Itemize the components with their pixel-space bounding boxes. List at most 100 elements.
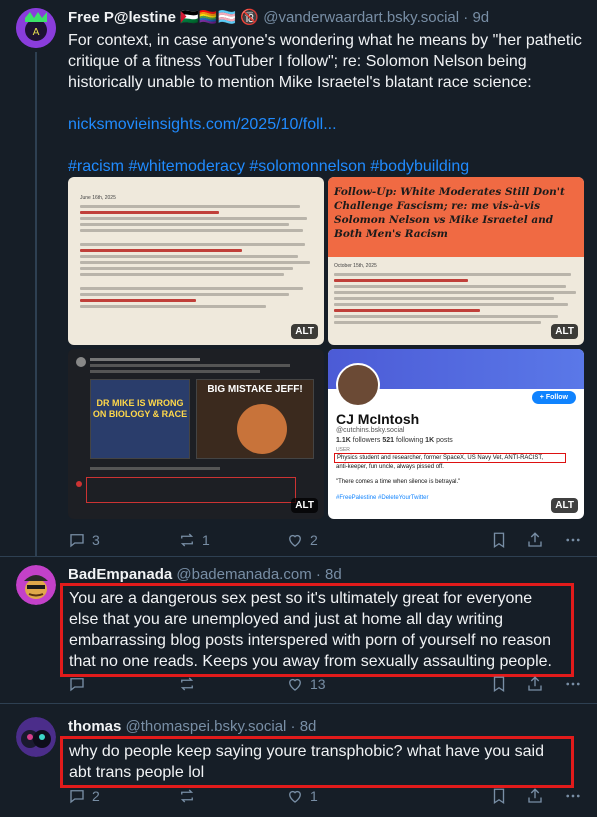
post-header: BadEmpanada @bademanada.com · 8d <box>68 565 342 585</box>
post-time[interactable]: 9d <box>472 9 489 26</box>
post-text: For context, in case anyone's wondering … <box>68 30 583 177</box>
reply-count: 3 <box>92 532 100 548</box>
reply-button[interactable]: 3 <box>68 531 178 549</box>
image-1-date: June 16th, 2025 <box>80 195 116 201</box>
post-text: You are a dangerous sex pest so it's ult… <box>60 583 574 677</box>
avatar[interactable]: A <box>16 8 56 48</box>
author-name[interactable]: BadEmpanada <box>68 566 172 583</box>
like-button[interactable]: 2 <box>286 531 490 549</box>
profile-tags: #FreePalestine #DeleteYourTwitter <box>336 495 429 501</box>
image-2-date: October 15th, 2025 <box>334 263 377 269</box>
separator-dot: · <box>290 718 296 735</box>
post-header: thomas @thomaspei.bsky.social · 8d <box>68 717 316 737</box>
attached-image-1[interactable]: June 16th, 2025 ALT <box>68 177 324 345</box>
profile-posts-count: 1K <box>425 437 435 444</box>
separator-dot: · <box>315 566 321 583</box>
author-handle[interactable]: @bademanada.com <box>176 566 311 583</box>
repost-button[interactable] <box>178 675 286 693</box>
more-icon <box>566 682 580 686</box>
avatar[interactable] <box>16 717 56 757</box>
repost-icon <box>180 789 194 803</box>
post-time[interactable]: 8d <box>300 718 317 735</box>
like-button[interactable]: 1 <box>286 787 490 805</box>
bookmark-button[interactable] <box>490 531 526 549</box>
like-button[interactable]: 13 <box>286 675 490 693</box>
post-time[interactable]: 8d <box>325 566 342 583</box>
post-hashtags[interactable]: #racism #whitemoderacy #solomonnelson #b… <box>68 156 583 177</box>
reply-button[interactable]: 2 <box>68 787 178 805</box>
post-2[interactable]: BadEmpanada @bademanada.com · 8d You are… <box>0 557 597 701</box>
thumbnail-right-text: BIG MISTAKE JEFF! <box>207 384 303 395</box>
share-button[interactable] <box>526 675 564 693</box>
profile-follow-button: + Follow <box>531 391 576 404</box>
post-header: Free P@lestine 🇵🇸🏳️‍🌈🏳️‍⚧️ 🔞 @vanderwaar… <box>68 8 489 28</box>
more-button[interactable] <box>564 675 582 693</box>
post-3[interactable]: thomas @thomaspei.bsky.social · 8d why d… <box>0 704 597 817</box>
author-handle[interactable]: @thomaspei.bsky.social <box>126 718 287 735</box>
alt-badge[interactable]: ALT <box>291 498 318 513</box>
like-icon <box>289 678 301 691</box>
share-button[interactable] <box>526 531 564 549</box>
author-name[interactable]: thomas <box>68 718 121 735</box>
reply-icon <box>70 534 84 548</box>
share-icon <box>528 676 542 691</box>
separator-dot: · <box>463 9 469 26</box>
reply-button[interactable] <box>68 675 178 693</box>
svg-text:A: A <box>33 27 40 38</box>
attached-image-4[interactable]: + Follow CJ McIntosh @cutchins.bsky.soci… <box>328 349 584 519</box>
profile-bio-2: anti-keeper, fun uncle, always pissed of… <box>336 464 444 470</box>
post-actions: 2 1 <box>68 786 588 806</box>
post-text-main: For context, in case anyone's wondering … <box>68 32 582 91</box>
bookmark-icon <box>493 676 505 693</box>
like-icon <box>289 790 301 803</box>
reply-icon <box>70 790 84 804</box>
like-count: 13 <box>310 676 326 692</box>
post-actions: 13 <box>68 674 588 694</box>
repost-button[interactable]: 1 <box>178 531 286 549</box>
post-text: why do people keep saying youre transpho… <box>60 736 574 788</box>
repost-icon <box>180 677 194 691</box>
profile-posts-label: posts <box>436 437 453 444</box>
like-count: 1 <box>310 788 318 804</box>
share-icon <box>528 788 542 803</box>
share-icon <box>528 532 542 547</box>
more-button[interactable] <box>564 531 582 549</box>
profile-handle: @cutchins.bsky.social <box>336 427 405 434</box>
attached-image-3[interactable]: DR MIKE IS WRONG ON BIOLOGY & RACE BIG M… <box>68 349 324 519</box>
author-name[interactable]: Free P@lestine 🇵🇸🏳️‍🌈🏳️‍⚧️ 🔞 <box>68 9 259 26</box>
more-icon <box>566 538 580 542</box>
profile-bio: Physics student and researcher, former S… <box>334 453 566 463</box>
author-handle[interactable]: @vanderwaardart.bsky.social <box>263 9 459 26</box>
bookmark-icon <box>493 532 505 549</box>
repost-button[interactable] <box>178 787 286 805</box>
profile-followers-count: 1.1K <box>336 437 351 444</box>
alt-badge[interactable]: ALT <box>291 324 318 339</box>
repost-icon <box>180 533 194 547</box>
reply-icon <box>70 678 84 692</box>
bookmark-button[interactable] <box>490 787 526 805</box>
repost-count: 1 <box>202 532 210 548</box>
attached-image-2[interactable]: Follow-Up: White Moderates Still Don't C… <box>328 177 584 345</box>
like-count: 2 <box>310 532 318 548</box>
share-button[interactable] <box>526 787 564 805</box>
profile-name: CJ McIntosh <box>336 411 420 427</box>
thread-line <box>35 52 37 556</box>
profile-following-label: following <box>395 437 424 444</box>
post-link[interactable]: nicksmovieinsights.com/2025/10/foll... <box>68 114 583 135</box>
avatar[interactable] <box>16 565 56 605</box>
thumbnail-left-text: DR MIKE IS WRONG ON BIOLOGY & RACE <box>92 398 188 419</box>
reply-count: 2 <box>92 788 100 804</box>
bookmark-button[interactable] <box>490 675 526 693</box>
post-1[interactable]: A Free P@lestine 🇵🇸🏳️‍🌈🏳️‍⚧️ 🔞 @vanderwa… <box>0 0 597 556</box>
bookmark-icon <box>493 788 505 805</box>
more-button[interactable] <box>564 787 582 805</box>
profile-followers-label: followers <box>352 437 381 444</box>
image-2-title: Follow-Up: White Moderates Still Don't C… <box>334 186 565 240</box>
alt-badge[interactable]: ALT <box>551 324 578 339</box>
alt-badge[interactable]: ALT <box>551 498 578 513</box>
profile-quote: "There comes a time when silence is betr… <box>336 479 461 485</box>
profile-following-count: 521 <box>382 437 395 444</box>
more-icon <box>566 794 580 798</box>
like-icon <box>289 534 301 547</box>
post-actions: 3 1 2 <box>68 530 588 550</box>
